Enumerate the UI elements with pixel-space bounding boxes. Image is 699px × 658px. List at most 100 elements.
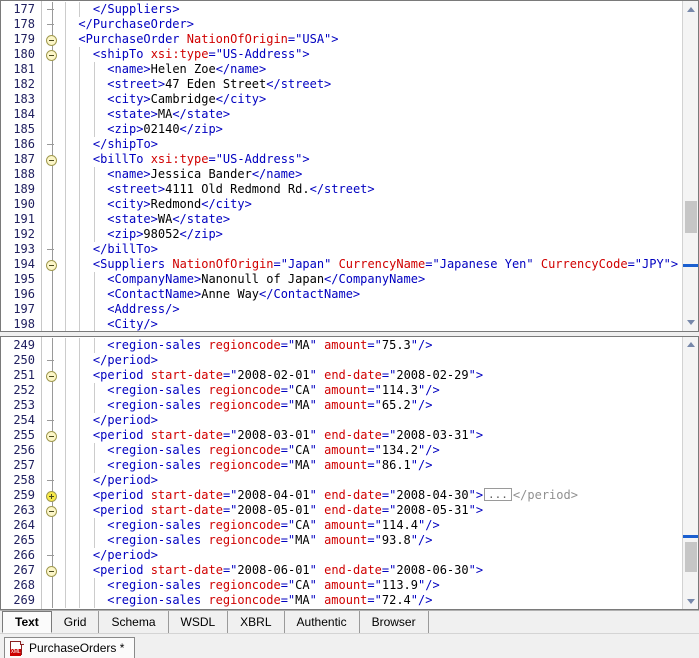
vertical-scrollbar-bottom[interactable] bbox=[682, 337, 698, 609]
fold-margin-cell[interactable] bbox=[42, 62, 64, 77]
code-text[interactable]: <zip>02140</zip> bbox=[107, 122, 223, 137]
fold-margin-cell[interactable] bbox=[42, 563, 64, 578]
code-text[interactable]: <period start-date="2008-05-01" end-date… bbox=[93, 503, 483, 518]
code-text[interactable]: <region-sales regioncode="MA" amount="93… bbox=[107, 533, 432, 548]
code-line[interactable]: 184<state>MA</state> bbox=[1, 107, 682, 122]
fold-margin-cell[interactable] bbox=[42, 272, 64, 287]
code-line[interactable]: 254</period> bbox=[1, 413, 682, 428]
code-line[interactable]: 264<region-sales regioncode="CA" amount=… bbox=[1, 518, 682, 533]
fold-margin-cell[interactable] bbox=[42, 473, 64, 488]
fold-margin-cell[interactable] bbox=[42, 242, 64, 257]
fold-margin-cell[interactable] bbox=[42, 122, 64, 137]
fold-margin-cell[interactable] bbox=[42, 368, 64, 383]
fold-margin-cell[interactable] bbox=[42, 383, 64, 398]
code-line[interactable]: 197<Address/> bbox=[1, 302, 682, 317]
fold-margin-cell[interactable] bbox=[42, 302, 64, 317]
code-line[interactable]: 265<region-sales regioncode="MA" amount=… bbox=[1, 533, 682, 548]
scroll-down-arrow-top[interactable] bbox=[683, 315, 699, 331]
code-text[interactable]: <region-sales regioncode="CA" amount="11… bbox=[107, 383, 439, 398]
fold-collapse-icon[interactable] bbox=[46, 35, 57, 46]
fold-margin-cell[interactable] bbox=[42, 443, 64, 458]
fold-collapse-icon[interactable] bbox=[46, 50, 57, 61]
code-line[interactable]: 268<region-sales regioncode="CA" amount=… bbox=[1, 578, 682, 593]
fold-margin-cell[interactable] bbox=[42, 578, 64, 593]
fold-margin-cell[interactable] bbox=[42, 533, 64, 548]
code-line[interactable]: 256<region-sales regioncode="CA" amount=… bbox=[1, 443, 682, 458]
fold-margin-cell[interactable] bbox=[42, 398, 64, 413]
code-line[interactable]: 263<period start-date="2008-05-01" end-d… bbox=[1, 503, 682, 518]
fold-margin-cell[interactable] bbox=[42, 92, 64, 107]
fold-margin-cell[interactable] bbox=[42, 548, 64, 563]
code-line[interactable]: 195<CompanyName>Nanonull of Japan</Compa… bbox=[1, 272, 682, 287]
code-text[interactable]: <ContactName>Anne Way</ContactName> bbox=[107, 287, 360, 302]
code-text[interactable]: <state>WA</state> bbox=[107, 212, 230, 227]
code-text[interactable]: <city>Redmond</city> bbox=[107, 197, 252, 212]
code-line[interactable]: 196<ContactName>Anne Way</ContactName> bbox=[1, 287, 682, 302]
code-text[interactable]: </PurchaseOrder> bbox=[78, 17, 194, 32]
fold-margin-cell[interactable] bbox=[42, 137, 64, 152]
fold-expand-icon[interactable] bbox=[46, 491, 57, 502]
view-tab-grid[interactable]: Grid bbox=[52, 611, 100, 633]
view-tab-xbrl[interactable]: XBRL bbox=[228, 611, 284, 633]
fold-margin-cell[interactable] bbox=[42, 32, 64, 47]
code-text[interactable]: <region-sales regioncode="MA" amount="86… bbox=[107, 458, 432, 473]
fold-margin-cell[interactable] bbox=[42, 182, 64, 197]
view-tab-schema[interactable]: Schema bbox=[99, 611, 168, 633]
editor-viewport-bottom[interactable]: 249<region-sales regioncode="MA" amount=… bbox=[1, 337, 682, 609]
code-text[interactable]: <region-sales regioncode="CA" amount="11… bbox=[107, 578, 439, 593]
code-text[interactable]: <name>Jessica Bander</name> bbox=[107, 167, 302, 182]
code-text[interactable]: <zip>98052</zip> bbox=[107, 227, 223, 242]
fold-margin-cell[interactable] bbox=[42, 458, 64, 473]
code-line[interactable]: 255<period start-date="2008-03-01" end-d… bbox=[1, 428, 682, 443]
fold-margin-cell[interactable] bbox=[42, 257, 64, 272]
view-tab-authentic[interactable]: Authentic bbox=[285, 611, 360, 633]
code-line[interactable]: 194<Suppliers NationOfOrigin="Japan" Cur… bbox=[1, 257, 682, 272]
fold-margin-cell[interactable] bbox=[42, 518, 64, 533]
code-line[interactable]: 251<period start-date="2008-02-01" end-d… bbox=[1, 368, 682, 383]
code-line[interactable]: 192<zip>98052</zip> bbox=[1, 227, 682, 242]
code-text[interactable]: <name>Helen Zoe</name> bbox=[107, 62, 266, 77]
code-text[interactable]: </shipTo> bbox=[93, 137, 158, 152]
editor-pane-top[interactable]: 177</Suppliers>178</PurchaseOrder>179<Pu… bbox=[0, 0, 699, 332]
view-tab-text[interactable]: Text bbox=[2, 611, 52, 633]
code-line[interactable]: 189<street>4111 Old Redmond Rd.</street> bbox=[1, 182, 682, 197]
code-text[interactable]: </period> bbox=[93, 413, 158, 428]
code-line[interactable]: 188<name>Jessica Bander</name> bbox=[1, 167, 682, 182]
code-text[interactable]: <PurchaseOrder NationOfOrigin="USA"> bbox=[78, 32, 338, 47]
view-tab-wsdl[interactable]: WSDL bbox=[169, 611, 229, 633]
code-line[interactable]: 187<billTo xsi:type="US-Address"> bbox=[1, 152, 682, 167]
code-line[interactable]: 177</Suppliers> bbox=[1, 2, 682, 17]
vertical-scrollbar-top[interactable] bbox=[682, 1, 698, 331]
fold-margin-cell[interactable] bbox=[42, 107, 64, 122]
code-line[interactable]: 267<period start-date="2008-06-01" end-d… bbox=[1, 563, 682, 578]
code-line[interactable]: 193</billTo> bbox=[1, 242, 682, 257]
code-line[interactable]: 191<state>WA</state> bbox=[1, 212, 682, 227]
fold-margin-cell[interactable] bbox=[42, 287, 64, 302]
code-line[interactable]: 252<region-sales regioncode="CA" amount=… bbox=[1, 383, 682, 398]
fold-collapse-icon[interactable] bbox=[46, 566, 57, 577]
fold-margin-cell[interactable] bbox=[42, 503, 64, 518]
fold-collapse-icon[interactable] bbox=[46, 155, 57, 166]
fold-margin-cell[interactable] bbox=[42, 2, 64, 17]
code-text[interactable]: <street>4111 Old Redmond Rd.</street> bbox=[107, 182, 374, 197]
fold-collapse-icon[interactable] bbox=[46, 431, 57, 442]
fold-margin-cell[interactable] bbox=[42, 152, 64, 167]
code-text[interactable]: </period> bbox=[93, 473, 158, 488]
code-line[interactable]: 249<region-sales regioncode="MA" amount=… bbox=[1, 338, 682, 353]
code-text[interactable]: <region-sales regioncode="MA" amount="72… bbox=[107, 593, 432, 608]
code-text[interactable]: <region-sales regioncode="MA" amount="75… bbox=[107, 338, 432, 353]
code-line[interactable]: 179<PurchaseOrder NationOfOrigin="USA"> bbox=[1, 32, 682, 47]
code-line[interactable]: 190<city>Redmond</city> bbox=[1, 197, 682, 212]
view-tab-bar[interactable]: TextGridSchemaWSDLXBRLAuthenticBrowser bbox=[0, 610, 699, 633]
editor-pane-bottom[interactable]: 249<region-sales regioncode="MA" amount=… bbox=[0, 336, 699, 610]
code-text[interactable]: <city>Cambridge</city> bbox=[107, 92, 266, 107]
code-line[interactable]: 180<shipTo xsi:type="US-Address"> bbox=[1, 47, 682, 62]
code-text[interactable]: </billTo> bbox=[93, 242, 158, 257]
code-text[interactable]: <CompanyName>Nanonull of Japan</CompanyN… bbox=[107, 272, 425, 287]
code-text[interactable]: <region-sales regioncode="MA" amount="65… bbox=[107, 398, 432, 413]
code-text[interactable]: <region-sales regioncode="CA" amount="13… bbox=[107, 443, 439, 458]
code-line[interactable]: 266</period> bbox=[1, 548, 682, 563]
fold-margin-cell[interactable] bbox=[42, 353, 64, 368]
code-text[interactable]: <period start-date="2008-06-01" end-date… bbox=[93, 563, 483, 578]
code-line[interactable]: 253<region-sales regioncode="MA" amount=… bbox=[1, 398, 682, 413]
